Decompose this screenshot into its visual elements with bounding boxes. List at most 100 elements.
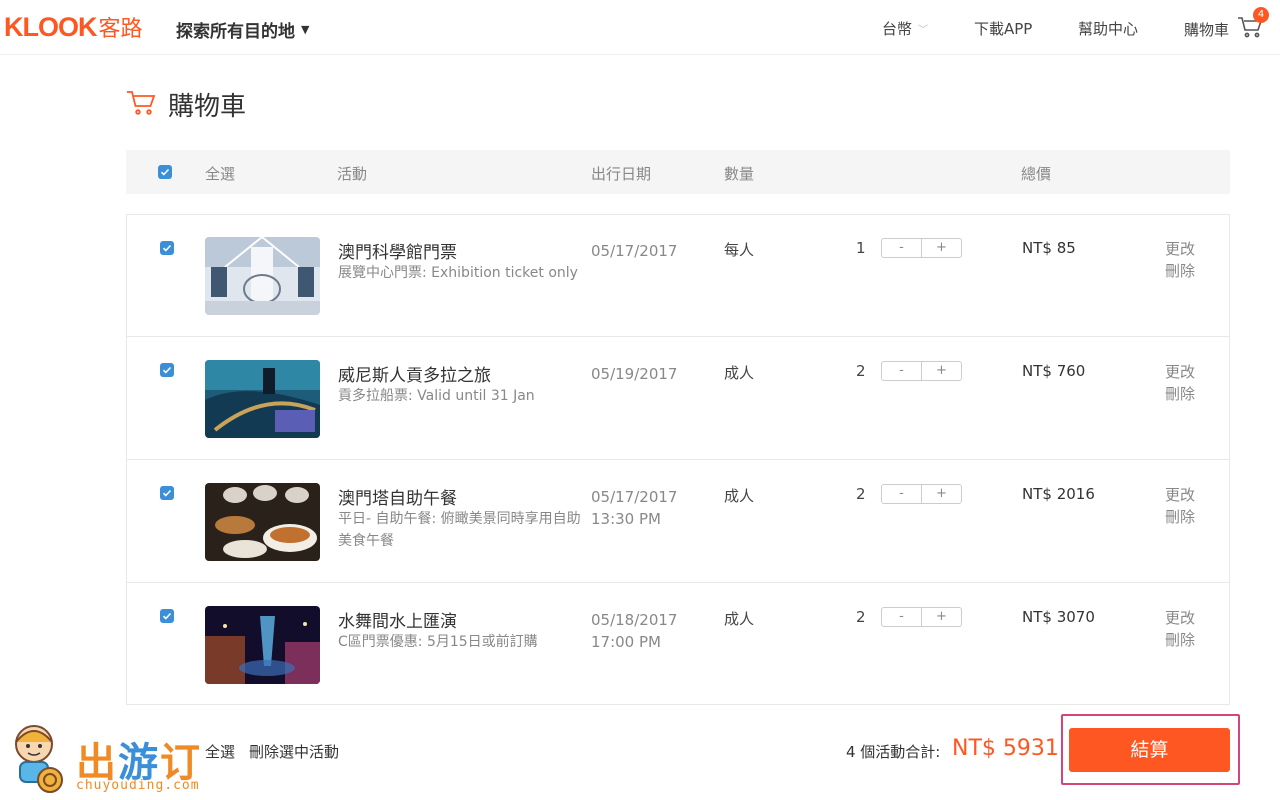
- item-price: NT$ 2016: [1022, 485, 1095, 503]
- explore-label: 探索所有目的地: [176, 22, 295, 42]
- decrement-button[interactable]: -: [882, 239, 922, 257]
- check-icon: [162, 612, 172, 620]
- item-unit: 每人: [724, 241, 755, 259]
- delete-link[interactable]: 刪除: [1165, 506, 1195, 528]
- cart-link[interactable]: 購物車 4: [1184, 7, 1270, 40]
- delete-link[interactable]: 刪除: [1165, 383, 1195, 405]
- item-time-text: 17:00 PM: [591, 633, 661, 651]
- cart-list: 澳門科學館門票 展覽中心門票: Exhibition ticket only 0…: [126, 214, 1230, 705]
- select-all-checkbox[interactable]: [158, 165, 172, 179]
- item-thumbnail[interactable]: [205, 237, 320, 315]
- item-checkbox[interactable]: [160, 486, 174, 500]
- item-actions: 更改 刪除: [1165, 607, 1195, 651]
- check-icon: [162, 366, 172, 374]
- cart-table-header: 全選 活動 出行日期 數量 總價: [126, 150, 1230, 194]
- item-checkbox[interactable]: [160, 609, 174, 623]
- item-title[interactable]: 威尼斯人貢多拉之旅: [338, 361, 491, 386]
- delete-link[interactable]: 刪除: [1165, 260, 1195, 282]
- item-date-text: 05/17/2017: [591, 488, 678, 506]
- item-quantity: 2: [856, 362, 866, 380]
- item-price: NT$ 760: [1022, 362, 1086, 380]
- cart-item: 澳門塔自助午餐 平日- 自助午餐: 俯瞰美景同時享用自助美食午餐 05/17/2…: [127, 461, 1229, 583]
- download-app-link[interactable]: 下載APP: [974, 18, 1032, 39]
- item-subtitle: C區門票優惠: 5月15日或前訂購: [338, 634, 538, 650]
- decrement-button[interactable]: -: [882, 608, 922, 626]
- increment-button[interactable]: +: [922, 608, 961, 626]
- grand-total: NT$ 5931: [952, 736, 1059, 761]
- column-activity: 活動: [337, 165, 368, 183]
- cart-label: 購物車: [1184, 20, 1230, 39]
- item-actions: 更改 刪除: [1165, 361, 1195, 405]
- edit-link[interactable]: 更改: [1165, 238, 1195, 260]
- cart-item: 水舞間水上匯演 C區門票優惠: 5月15日或前訂購 05/18/2017 17:…: [127, 584, 1229, 706]
- check-icon: [160, 168, 170, 176]
- item-thumbnail[interactable]: [205, 606, 320, 684]
- increment-button[interactable]: +: [922, 485, 961, 503]
- item-date: 05/19/2017: [591, 363, 677, 385]
- logo-zh-text: 客路: [98, 17, 143, 42]
- item-title[interactable]: 澳門科學館門票: [338, 238, 457, 263]
- watermark-url: chuyouding.com: [76, 778, 200, 793]
- cart-icon: 4: [1237, 7, 1270, 38]
- item-title[interactable]: 水舞間水上匯演: [338, 607, 457, 632]
- item-date: 05/17/2017: [591, 240, 677, 262]
- edit-link[interactable]: 更改: [1165, 484, 1195, 506]
- increment-button[interactable]: +: [922, 362, 961, 380]
- cart-count-badge: 4: [1253, 7, 1270, 23]
- currency-label: 台幣: [882, 20, 913, 38]
- item-date: 05/18/2017 17:00 PM: [591, 609, 677, 653]
- column-total: 總價: [1021, 165, 1052, 183]
- item-price: NT$ 85: [1022, 239, 1076, 257]
- page-title-block: 購物車: [126, 86, 246, 123]
- delete-selected-link[interactable]: 刪除選中活動: [249, 741, 339, 762]
- check-icon: [162, 489, 172, 497]
- item-quantity: 2: [856, 608, 866, 626]
- item-thumbnail[interactable]: [205, 360, 320, 438]
- item-date: 05/17/2017 13:30 PM: [591, 486, 677, 530]
- edit-link[interactable]: 更改: [1165, 361, 1195, 383]
- item-subtitle: 貢多拉船票: Valid until 31 Jan: [338, 388, 535, 404]
- quantity-stepper: - +: [881, 607, 962, 627]
- quantity-stepper: - +: [881, 238, 962, 258]
- watermark: 出游订 chuyouding.com: [6, 718, 236, 800]
- column-date: 出行日期: [591, 165, 652, 183]
- item-checkbox[interactable]: [160, 241, 174, 255]
- item-actions: 更改 刪除: [1165, 484, 1195, 528]
- cart-item: 威尼斯人貢多拉之旅 貢多拉船票: Valid until 31 Jan 05/1…: [127, 338, 1229, 460]
- item-time-text: 13:30 PM: [591, 510, 661, 528]
- column-quantity: 數量: [724, 165, 755, 183]
- top-nav: KLOOK 客路 探索所有目的地 ▼ 台幣 ﹀ 下載APP 幫助中心 購物車 4: [0, 0, 1280, 55]
- item-thumbnail[interactable]: [205, 483, 320, 561]
- quantity-stepper: - +: [881, 361, 962, 381]
- mascot-icon: [15, 725, 63, 793]
- decrement-button[interactable]: -: [882, 485, 922, 503]
- item-title[interactable]: 澳門塔自助午餐: [338, 484, 457, 509]
- item-date-text: 05/19/2017: [591, 365, 678, 383]
- item-unit: 成人: [724, 610, 755, 628]
- checkout-button[interactable]: 結算: [1069, 728, 1230, 772]
- page-title: 購物車: [168, 92, 247, 122]
- item-subtitle: 展覽中心門票: Exhibition ticket only: [338, 265, 578, 281]
- chevron-down-icon: ﹀: [918, 25, 929, 36]
- item-price: NT$ 3070: [1022, 608, 1095, 626]
- help-center-link[interactable]: 幫助中心: [1078, 18, 1138, 39]
- currency-selector[interactable]: 台幣 ﹀: [882, 18, 928, 39]
- delete-link[interactable]: 刪除: [1165, 629, 1195, 651]
- edit-link[interactable]: 更改: [1165, 607, 1195, 629]
- increment-button[interactable]: +: [922, 239, 961, 257]
- explore-destinations-menu[interactable]: 探索所有目的地 ▼: [176, 17, 309, 42]
- item-actions: 更改 刪除: [1165, 238, 1195, 282]
- check-icon: [162, 244, 172, 252]
- item-quantity: 1: [856, 239, 866, 257]
- item-quantity: 2: [856, 485, 866, 503]
- cart-icon: [126, 90, 156, 120]
- klook-logo[interactable]: KLOOK 客路: [4, 12, 143, 43]
- item-unit: 成人: [724, 364, 755, 382]
- item-date-text: 05/17/2017: [591, 242, 678, 260]
- item-checkbox[interactable]: [160, 363, 174, 377]
- select-all-label[interactable]: 全選: [205, 163, 235, 184]
- selected-count-label: 4 個活動合計:: [846, 743, 941, 761]
- decrement-button[interactable]: -: [882, 362, 922, 380]
- item-subtitle: 平日- 自助午餐: 俯瞰美景同時享用自助美食午餐: [338, 511, 581, 549]
- item-date-text: 05/18/2017: [591, 611, 678, 629]
